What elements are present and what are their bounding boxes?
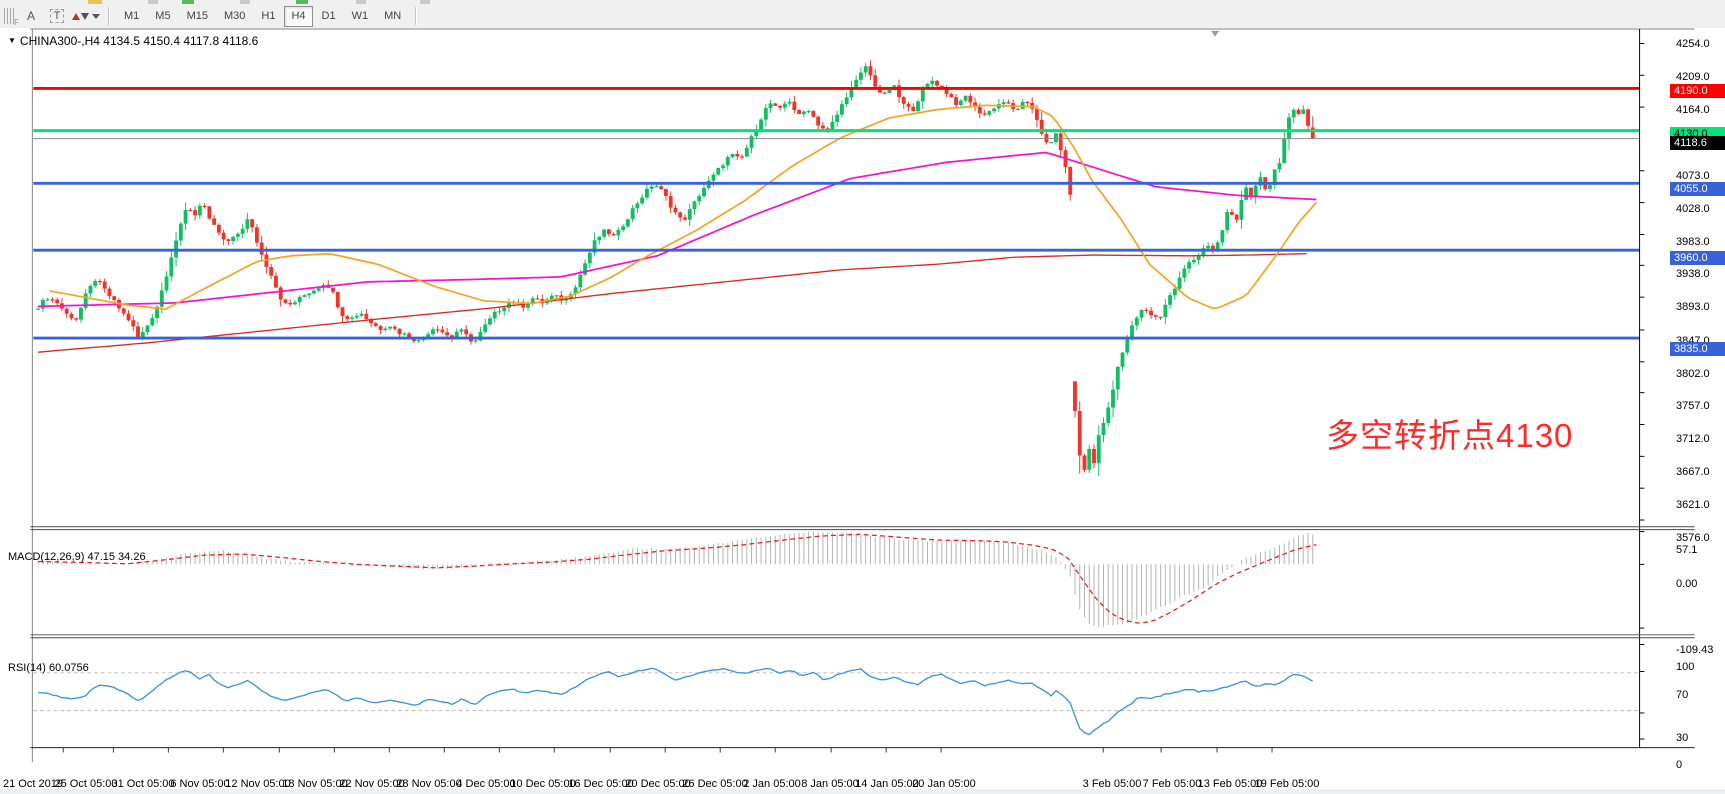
price-level-label: 3960.0 xyxy=(1670,251,1725,265)
price-axis-tick: 3621.0 xyxy=(1676,499,1710,511)
chevron-down-icon xyxy=(92,14,100,19)
rsi-axis-tick: 0 xyxy=(1676,759,1682,771)
price-axis-tick: 3938.0 xyxy=(1676,268,1710,280)
arrows-tool-button[interactable] xyxy=(71,5,101,27)
price-level-label: 3835.0 xyxy=(1670,342,1725,356)
timeframe-button-w1[interactable]: W1 xyxy=(345,6,376,27)
timeframe-button-h1[interactable]: H1 xyxy=(254,6,282,27)
letter-t-icon: T xyxy=(50,9,65,23)
price-level-label: 4055.0 xyxy=(1670,182,1725,196)
price-axis-tick: 3893.0 xyxy=(1676,301,1710,313)
status-strip xyxy=(0,789,1725,794)
toolbar-separator xyxy=(415,7,417,25)
macd-indicator-label: MACD(12,26,9) 47.15 34.26 xyxy=(8,551,146,563)
timeframe-button-m15[interactable]: M15 xyxy=(180,6,215,27)
arrows-icon xyxy=(72,13,89,20)
price-level-label: 4118.6 xyxy=(1670,136,1725,150)
price-axis-tick: 3712.0 xyxy=(1676,433,1710,445)
price-axis-tick: 3667.0 xyxy=(1676,466,1710,478)
rsi-axis-tick: 30 xyxy=(1676,732,1688,744)
chart-text-annotation[interactable]: 多空转折点4130 xyxy=(1326,409,1573,457)
price-axis-tick: 4254.0 xyxy=(1676,38,1710,50)
price-axis-tick: 4073.0 xyxy=(1676,170,1710,182)
toolbar-separator xyxy=(108,7,110,25)
macd-axis-tick: 0.00 xyxy=(1676,578,1697,590)
price-axis-tick: 3983.0 xyxy=(1676,236,1710,248)
mt4-terminal: A T M1M5M15M30H1H4D1W1MN ▼CHINA300-,H4 4… xyxy=(0,0,1725,794)
price-axis-tick: 3757.0 xyxy=(1676,400,1710,412)
symbol-dropdown-icon[interactable]: ▼ xyxy=(8,36,16,45)
macd-axis-tick: -109.43 xyxy=(1676,644,1713,656)
text-label-tool-button[interactable]: A xyxy=(19,5,43,27)
timeframe-button-h4[interactable]: H4 xyxy=(284,6,312,27)
line-studies-and-timeframes-toolbar: A T M1M5M15M30H1H4D1W1MN xyxy=(0,4,1725,28)
price-axis-tick: 3576.0 xyxy=(1676,532,1710,544)
timeframe-button-m30[interactable]: M30 xyxy=(217,6,252,27)
price-axis-tick: 3802.0 xyxy=(1676,368,1710,380)
price-axis-tick: 4164.0 xyxy=(1676,104,1710,116)
price-level-label: 4190.0 xyxy=(1670,84,1725,98)
text-tool-button[interactable]: T xyxy=(45,5,69,27)
rsi-axis-tick: 70 xyxy=(1676,689,1688,701)
chart-window[interactable]: ▼CHINA300-,H4 4134.5 4150.4 4117.8 4118.… xyxy=(0,28,1725,794)
fibonacci-tool-icon[interactable] xyxy=(2,8,18,24)
timeframe-button-m5[interactable]: M5 xyxy=(148,6,177,27)
rsi-axis-tick: 100 xyxy=(1676,661,1694,673)
letter-a-icon: A xyxy=(27,9,35,23)
price-axis-tick: 4028.0 xyxy=(1676,203,1710,215)
rsi-indicator-label: RSI(14) 60.0756 xyxy=(8,662,89,674)
macd-axis-tick: 57.1 xyxy=(1676,544,1697,556)
timeframe-button-m1[interactable]: M1 xyxy=(117,6,146,27)
timeframe-button-d1[interactable]: D1 xyxy=(315,6,343,27)
timeframe-button-mn[interactable]: MN xyxy=(377,6,408,27)
chart-symbol-title: ▼CHINA300-,H4 4134.5 4150.4 4117.8 4118.… xyxy=(8,34,258,48)
price-axis-tick: 4209.0 xyxy=(1676,71,1710,83)
